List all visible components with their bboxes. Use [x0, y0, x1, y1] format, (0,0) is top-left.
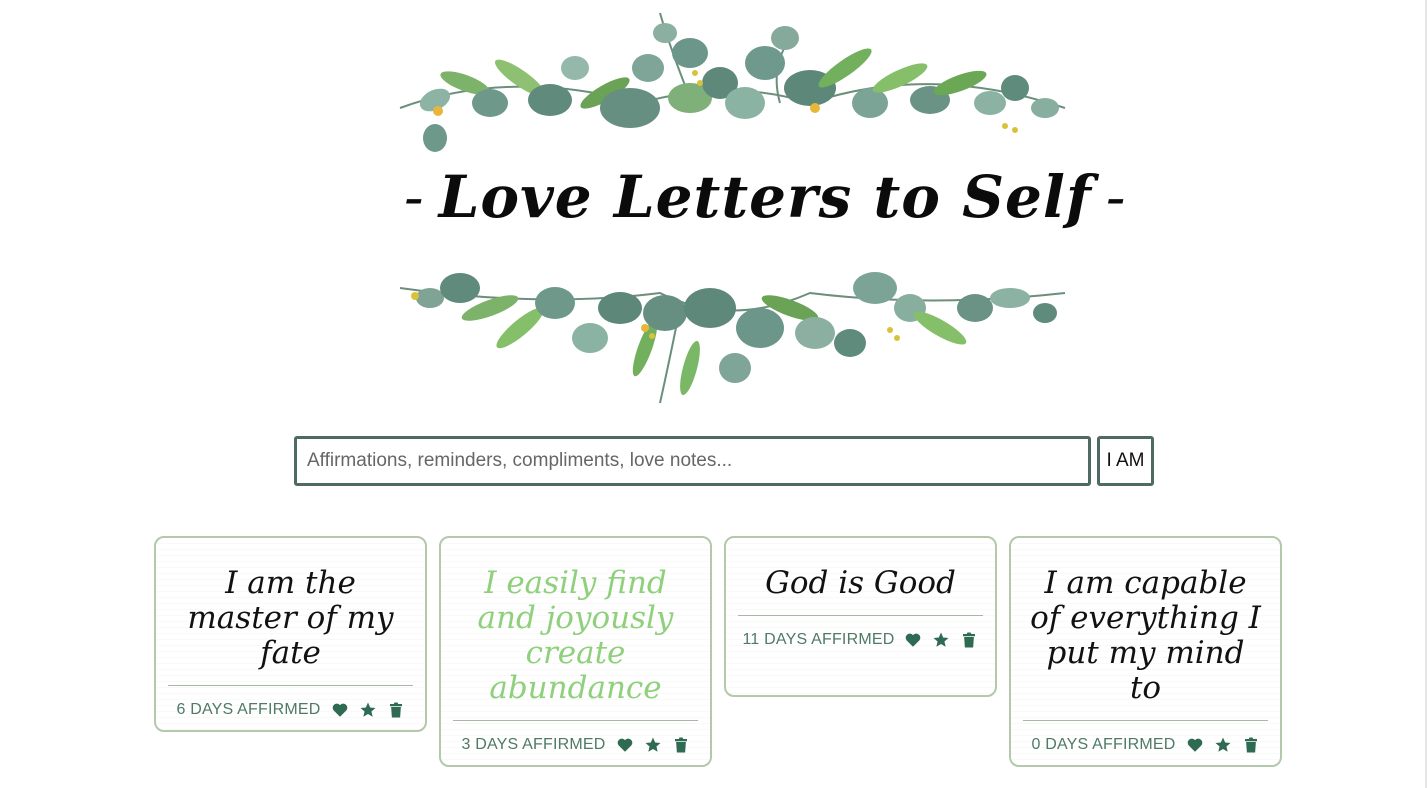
- affirmation-card: I easily find and joyously create abunda…: [439, 536, 712, 767]
- affirmation-form: I AM: [294, 436, 1154, 486]
- trash-icon[interactable]: [672, 736, 690, 754]
- trash-icon[interactable]: [1242, 736, 1260, 754]
- heart-icon[interactable]: [616, 736, 634, 754]
- title-dash-left: -: [404, 163, 425, 231]
- card-footer: 11 DAYS AFFIRMED: [738, 615, 983, 663]
- days-affirmed-label: 6 DAYS AFFIRMED: [176, 700, 321, 718]
- days-affirmed-label: 3 DAYS AFFIRMED: [461, 735, 606, 753]
- star-icon[interactable]: [932, 631, 950, 649]
- heart-icon[interactable]: [904, 631, 922, 649]
- star-icon[interactable]: [359, 701, 377, 719]
- card-footer: 3 DAYS AFFIRMED: [453, 720, 698, 768]
- heart-icon[interactable]: [1186, 736, 1204, 754]
- days-affirmed-label: 0 DAYS AFFIRMED: [1031, 735, 1176, 753]
- affirmation-card: I am the master of my fate 6 DAYS AFFIRM…: [154, 536, 427, 732]
- affirmation-text: I easily find and joyously create abunda…: [477, 565, 674, 706]
- heart-icon[interactable]: [331, 701, 349, 719]
- affirmation-card: God is Good 11 DAYS AFFIRMED: [724, 536, 997, 697]
- trash-icon[interactable]: [387, 701, 405, 719]
- title-dash-right: -: [1105, 163, 1127, 231]
- i-am-button[interactable]: I AM: [1097, 436, 1154, 486]
- star-icon[interactable]: [1214, 736, 1232, 754]
- trash-icon[interactable]: [960, 631, 978, 649]
- affirmation-text: I am the master of my fate: [187, 565, 394, 671]
- leaf-cluster-bottom-leaves: [411, 272, 1057, 396]
- affirmation-text: God is Good: [765, 565, 956, 601]
- card-footer: 6 DAYS AFFIRMED: [168, 685, 413, 733]
- header-banner: - Love Letters to Self -: [390, 8, 1126, 413]
- affirmation-input[interactable]: [294, 436, 1091, 486]
- card-footer: 0 DAYS AFFIRMED: [1023, 720, 1268, 768]
- star-icon[interactable]: [644, 736, 662, 754]
- affirmation-text: I am capable of everything I put my mind…: [1030, 565, 1261, 706]
- site-title: - Love Letters to Self -: [390, 163, 1126, 231]
- affirmation-card: I am capable of everything I put my mind…: [1009, 536, 1282, 767]
- days-affirmed-label: 11 DAYS AFFIRMED: [742, 630, 895, 648]
- title-text: Love Letters to Self: [438, 163, 1092, 231]
